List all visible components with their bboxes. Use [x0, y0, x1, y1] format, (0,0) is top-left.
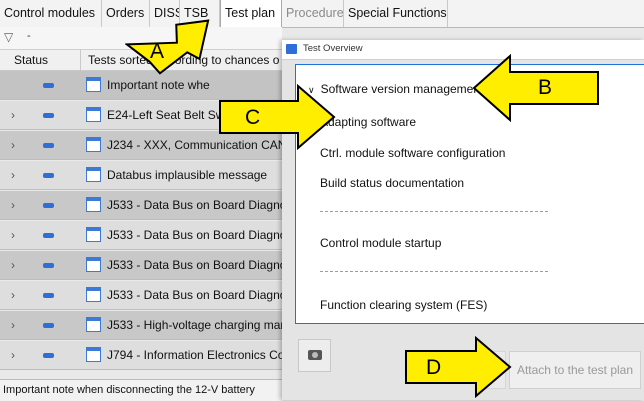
callout-arrow-d: D — [404, 336, 512, 398]
table-row[interactable]: › J533 - Data Bus on Board Diagno — [0, 191, 282, 220]
tab-special-functions[interactable]: Special Functions — [344, 0, 448, 27]
callout-arrow-b: B — [472, 54, 602, 122]
row-label: J533 - Data Bus on Board Diagno — [107, 198, 282, 212]
status-indicator — [43, 353, 54, 358]
document-icon — [86, 227, 101, 242]
callout-label-d: D — [426, 356, 442, 379]
chevron-right-icon[interactable]: › — [11, 138, 15, 152]
status-indicator — [43, 323, 54, 328]
divider — [320, 271, 548, 272]
status-indicator — [43, 83, 54, 88]
status-indicator — [43, 113, 54, 118]
status-indicator — [43, 173, 54, 178]
chevron-right-icon[interactable]: › — [11, 198, 15, 212]
tab-procedure[interactable]: Procedure — [282, 0, 344, 27]
document-icon — [86, 167, 101, 182]
callout-label-a: A — [150, 40, 165, 63]
status-line: Important note when disconnecting the 12… — [0, 379, 282, 401]
menu-item-ctrl-module-config[interactable]: Ctrl. module software configuration — [320, 146, 505, 160]
table-row[interactable]: › J533 - High-voltage charging man — [0, 311, 282, 340]
window-icon — [286, 44, 297, 54]
row-label: J533 - Data Bus on Board Diagno — [107, 288, 282, 302]
tab-bar: Control modules Orders DISS TSB Test pla… — [0, 0, 644, 28]
table-row[interactable]: › Databus implausible message — [0, 161, 282, 190]
column-header-status[interactable]: Status — [14, 53, 48, 67]
document-icon — [86, 137, 101, 152]
dialog-title: Test Overview — [303, 43, 363, 54]
document-icon — [86, 257, 101, 272]
document-icon — [86, 197, 101, 212]
tab-control-modules[interactable]: Control modules — [0, 0, 102, 27]
filter-icon[interactable]: ▽ — [4, 30, 13, 44]
document-icon — [86, 77, 101, 92]
callout-arrow-c: C — [218, 84, 336, 150]
chevron-right-icon[interactable]: › — [11, 108, 15, 122]
status-indicator — [43, 143, 54, 148]
filter-value[interactable]: - — [27, 30, 31, 42]
table-row[interactable]: › J533 - Data Bus on Board Diagno — [0, 251, 282, 280]
status-indicator — [43, 293, 54, 298]
screenshot-button[interactable] — [298, 339, 331, 372]
callout-label-b: B — [538, 76, 553, 99]
row-label: J533 - Data Bus on Board Diagno — [107, 228, 282, 242]
status-indicator — [43, 263, 54, 268]
attach-to-test-plan-button[interactable]: Attach to the test plan — [509, 351, 641, 389]
menu-item-function-clearing-system[interactable]: Function clearing system (FES) — [320, 298, 487, 312]
chevron-right-icon[interactable]: › — [11, 228, 15, 242]
document-icon — [86, 317, 101, 332]
callout-label-c: C — [245, 106, 261, 129]
menu-item-control-module-startup[interactable]: Control module startup — [320, 236, 441, 250]
chevron-right-icon[interactable]: › — [11, 258, 15, 272]
status-line-text: Important note when disconnecting the 12… — [3, 384, 255, 396]
document-icon — [86, 107, 101, 122]
chevron-right-icon[interactable]: › — [11, 288, 15, 302]
row-label: J533 - High-voltage charging man — [107, 318, 282, 332]
status-indicator — [43, 233, 54, 238]
row-label: J533 - Data Bus on Board Diagno — [107, 258, 282, 272]
tab-test-plan[interactable]: Test plan — [220, 0, 282, 27]
status-indicator — [43, 203, 54, 208]
document-icon — [86, 347, 101, 362]
menu-item-build-status[interactable]: Build status documentation — [320, 176, 464, 190]
chevron-right-icon[interactable]: › — [11, 168, 15, 182]
chevron-right-icon[interactable]: › — [11, 318, 15, 332]
table-row[interactable]: › J794 - Information Electronics Co — [0, 341, 282, 370]
row-label: Databus implausible message — [107, 168, 268, 182]
column-separator — [80, 50, 81, 70]
section-label: Software version management — [320, 82, 484, 96]
chevron-right-icon[interactable]: › — [11, 348, 15, 362]
table-row[interactable]: › J533 - Data Bus on Board Diagno — [0, 281, 282, 310]
callout-arrow-a: A — [125, 16, 211, 76]
divider — [320, 211, 548, 212]
document-icon — [86, 287, 101, 302]
table-row[interactable]: › J533 - Data Bus on Board Diagno — [0, 221, 282, 250]
camera-icon — [308, 350, 322, 360]
row-label: J794 - Information Electronics Co — [107, 348, 282, 362]
